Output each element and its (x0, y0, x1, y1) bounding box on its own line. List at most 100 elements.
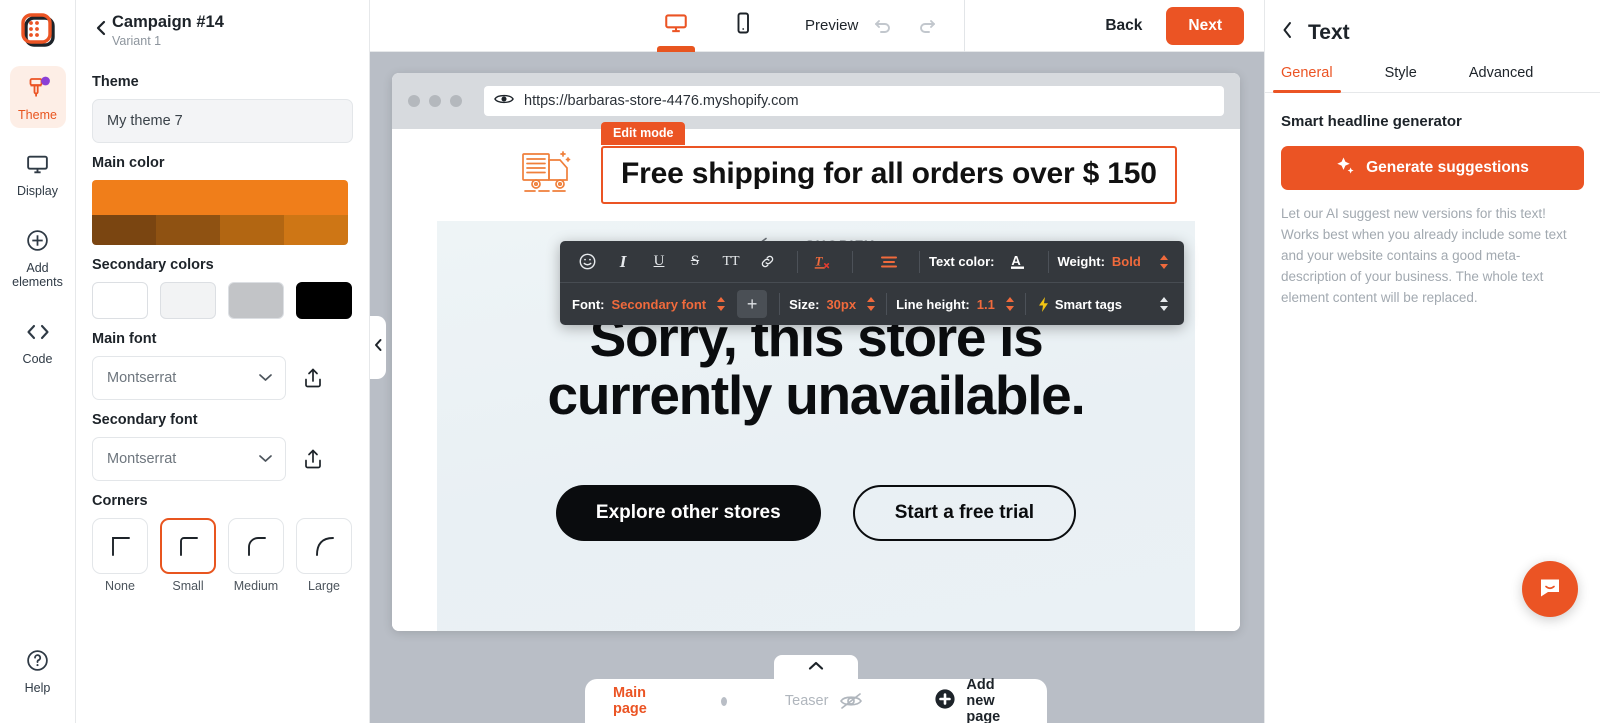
monitor-icon (23, 150, 53, 178)
back-button[interactable]: Back (1105, 17, 1142, 35)
tab-mobile[interactable] (725, 0, 761, 52)
size-value: 30px (826, 296, 857, 312)
rtb-divider (852, 250, 853, 273)
explore-other-stores-button[interactable]: Explore other stores (555, 484, 821, 541)
secondary-font-label: Secondary font (92, 412, 198, 428)
close-x-icon[interactable] (1239, 164, 1240, 186)
font-color-A-icon[interactable]: A (1003, 247, 1033, 277)
main-font-row: Montserrat (92, 356, 353, 400)
font-stepper[interactable] (715, 294, 727, 314)
start-free-trial-button[interactable]: Start a free trial (852, 484, 1077, 541)
secondary-swatch-white[interactable] (92, 282, 148, 319)
rich-text-toolbar: I U S TT T Text color: A Weight: Bold Fo… (560, 241, 1184, 325)
weight-stepper[interactable] (1158, 252, 1170, 272)
rtb-divider (1047, 250, 1049, 273)
url-bar[interactable]: https://barbaras-store-4476.myshopify.co… (484, 86, 1224, 116)
sidebar-item-display[interactable]: Display (10, 142, 66, 204)
text-transform-icon[interactable]: TT (716, 247, 746, 277)
icon-rail: Theme Display Add elements Code Help (0, 0, 76, 723)
link-icon[interactable] (752, 247, 782, 277)
app-grid-logo-icon[interactable] (16, 8, 60, 52)
plus-circle-icon (23, 227, 53, 255)
add-new-page-button[interactable]: Add new page (934, 677, 1019, 723)
sidebar-item-add-elements[interactable]: Add elements (10, 219, 66, 296)
main-color-picker[interactable] (92, 180, 348, 245)
page-tabs-bar: Main page Teaser Add new page (585, 655, 1047, 723)
shade-swatch[interactable] (156, 215, 220, 245)
rtb-divider (1024, 293, 1026, 315)
window-dot (450, 95, 462, 107)
tab-desktop[interactable] (657, 0, 695, 52)
shipping-banner: Edit mode Free shipping for all orders o… (392, 122, 1240, 221)
shade-swatch[interactable] (220, 215, 284, 245)
text-color-label: Text color: (929, 254, 995, 269)
theme-select[interactable]: My theme 7 (92, 99, 353, 143)
smart-headline-generator-label: Smart headline generator (1281, 113, 1462, 130)
corners-label: Corners (92, 493, 148, 509)
panel-collapse-handle[interactable] (370, 316, 386, 379)
corner-option-medium[interactable]: Medium (228, 518, 284, 593)
secondary-swatch-black[interactable] (296, 282, 352, 319)
underline-icon[interactable]: U (644, 247, 674, 277)
page-title: Campaign #14 (112, 13, 224, 31)
right-panel-tabs: General Style Advanced (1265, 65, 1600, 93)
eye-off-icon[interactable] (838, 691, 864, 711)
intercom-chat-button[interactable] (1522, 561, 1578, 617)
secondary-swatch-gray[interactable] (228, 282, 284, 319)
undo-redo-group (870, 13, 964, 39)
tab-teaser[interactable]: Teaser (785, 693, 829, 709)
align-icon[interactable] (874, 247, 904, 277)
main-font-select[interactable]: Montserrat (92, 356, 286, 400)
sidebar-item-label: Theme (18, 108, 57, 122)
tab-general[interactable]: General (1273, 65, 1341, 93)
url-text: https://barbaras-store-4476.myshopify.co… (524, 93, 799, 109)
question-circle-icon (23, 647, 53, 675)
secondary-font-upload-icon[interactable] (300, 445, 326, 473)
size-stepper[interactable] (865, 294, 877, 314)
back-chevron-icon[interactable] (1281, 20, 1294, 45)
corner-label: None (105, 579, 135, 593)
line-height-stepper[interactable] (1004, 294, 1016, 314)
smart-tags-label[interactable]: Smart tags (1055, 297, 1122, 312)
secondary-font-select[interactable]: Montserrat (92, 437, 286, 481)
main-font-upload-icon[interactable] (300, 364, 326, 392)
shade-swatch[interactable] (284, 215, 348, 245)
strikethrough-icon[interactable]: S (680, 247, 710, 277)
next-button[interactable]: Next (1166, 6, 1244, 45)
sidebar-item-theme[interactable]: Theme (9, 66, 66, 129)
tab-style[interactable]: Style (1383, 65, 1419, 92)
main-color-primary[interactable] (92, 180, 348, 215)
paint-brush-icon (23, 74, 53, 102)
corner-option-small[interactable]: Small (160, 518, 216, 593)
svg-text:A: A (1011, 253, 1021, 268)
headline-edit-box[interactable]: Edit mode Free shipping for all orders o… (601, 122, 1177, 204)
shade-swatch[interactable] (92, 215, 156, 245)
desktop-monitor-icon (663, 10, 689, 41)
font-label: Font: (572, 296, 605, 312)
clear-format-icon[interactable]: T (807, 247, 837, 277)
corner-option-none[interactable]: None (92, 518, 148, 593)
emoji-icon[interactable] (572, 247, 602, 277)
tab-advanced[interactable]: Advanced (1467, 65, 1536, 92)
add-font-button[interactable]: + (737, 290, 768, 318)
undo-arrow-icon[interactable] (870, 13, 896, 39)
corners-options: None Small Medium Large (92, 518, 353, 593)
corner-preview-medium (228, 518, 284, 574)
redo-arrow-icon[interactable] (914, 13, 940, 39)
back-chevron-icon[interactable] (90, 16, 112, 40)
theme-select-value: My theme 7 (107, 113, 183, 129)
page-separator-dot (721, 696, 727, 706)
lightning-bolt-icon (1035, 289, 1053, 319)
tab-main-page[interactable]: Main page (613, 685, 659, 717)
variant-label: Variant 1 (112, 33, 162, 48)
corner-option-large[interactable]: Large (296, 518, 352, 593)
corner-preview-large (296, 518, 352, 574)
pagebar-collapse-toggle[interactable] (774, 655, 858, 679)
generate-suggestions-button[interactable]: Generate suggestions (1281, 146, 1584, 190)
secondary-swatch-light[interactable] (160, 282, 216, 319)
smart-tags-stepper[interactable] (1158, 294, 1170, 314)
banner-headline-text[interactable]: Free shipping for all orders over $ 150 (621, 157, 1157, 191)
sidebar-item-code[interactable]: Code (10, 310, 66, 372)
sidebar-item-help[interactable]: Help (10, 639, 66, 701)
italic-icon[interactable]: I (608, 247, 638, 277)
